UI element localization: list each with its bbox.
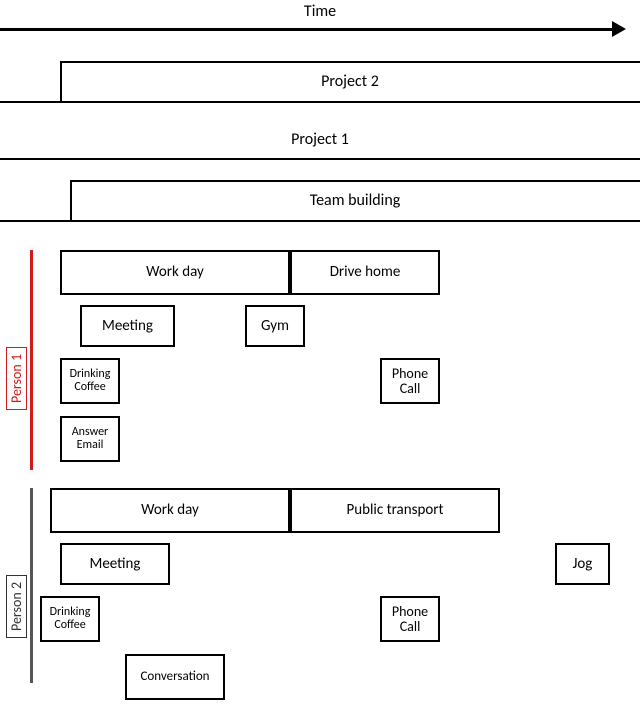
p2-jog: Jog [555,543,610,585]
p1-work-day-label: Work day [146,264,204,281]
p2-phone-call-label: Phone Call [382,604,438,635]
person1-rail [30,250,33,470]
p1-gym-label: Gym [261,318,289,335]
p2-public-transport: Public transport [290,488,500,533]
project1-label: Project 1 [0,120,640,158]
p1-drive-home-label: Drive home [330,264,401,281]
p1-answer-email: Answer Email [60,416,120,462]
p2-jog-label: Jog [573,556,593,573]
p1-drinking-coffee-label: Drinking Coffee [62,368,118,394]
p2-drinking-coffee-label: Drinking Coffee [42,606,98,632]
p1-work-day: Work day [60,250,290,295]
time-arrow-line [0,28,620,31]
p2-work-day: Work day [50,488,290,533]
p2-meeting-label: Meeting [90,556,141,573]
p2-phone-call: Phone Call [380,596,440,642]
team-building-baseline [0,220,640,222]
person2-label: Person 2 [6,548,27,638]
person1-label: Person 1 [6,320,27,410]
p1-meeting-label: Meeting [102,318,153,335]
person1-label-text: Person 1 [6,347,27,410]
person2-rail [30,488,33,683]
time-arrow-head-icon [612,21,626,37]
person2-label-text: Person 2 [6,575,27,638]
timeline-diagram: Time Project 2 Project 1 Team building P… [0,0,640,716]
project2-label: Project 2 [60,61,640,101]
p1-phone-call-label: Phone Call [382,366,438,397]
p2-conversation: Conversation [125,654,225,700]
p2-work-day-label: Work day [141,502,199,519]
p1-answer-email-label: Answer Email [62,426,118,452]
p1-drinking-coffee: Drinking Coffee [60,358,120,404]
p2-drinking-coffee: Drinking Coffee [40,596,100,642]
project1-baseline [0,158,640,160]
time-axis-label: Time [0,2,640,21]
p2-meeting: Meeting [60,543,170,585]
team-building-label: Team building [70,180,640,220]
p1-gym: Gym [245,305,305,347]
p2-conversation-label: Conversation [140,670,209,684]
p1-drive-home: Drive home [290,250,440,295]
p1-meeting: Meeting [80,305,175,347]
p2-public-transport-label: Public transport [346,502,443,519]
p1-phone-call: Phone Call [380,358,440,404]
project2-baseline [0,101,640,103]
